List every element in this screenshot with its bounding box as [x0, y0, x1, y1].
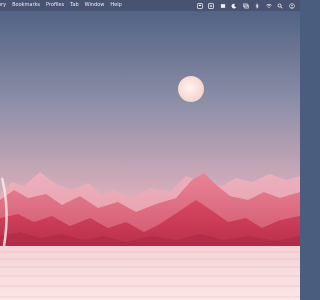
wifi-icon[interactable]	[264, 0, 273, 11]
menu-profiles[interactable]: Profiles	[46, 0, 64, 11]
status-menus	[193, 0, 301, 11]
menu-history[interactable]: ory	[0, 0, 6, 11]
menu-window[interactable]: Window	[85, 0, 105, 11]
user-icon[interactable]	[287, 0, 296, 11]
search-icon[interactable]	[276, 0, 285, 11]
screen-mirroring-icon[interactable]	[241, 0, 250, 11]
menu-tab[interactable]: Tab	[70, 0, 78, 11]
menu-bookmarks[interactable]: Bookmarks	[12, 0, 40, 11]
moon	[178, 76, 204, 102]
app-menus: ory Bookmarks Profiles Tab Window Help	[0, 0, 128, 11]
wallpaper	[0, 0, 300, 300]
bluetooth-icon[interactable]	[253, 0, 262, 11]
dashboard-icon[interactable]	[195, 0, 204, 11]
menu-list-icon[interactable]	[207, 0, 216, 11]
desktop: ory Bookmarks Profiles Tab Window Help	[0, 0, 300, 300]
menu-help[interactable]: Help	[110, 0, 121, 11]
floor	[0, 246, 300, 300]
menu-bar: ory Bookmarks Profiles Tab Window Help	[0, 0, 300, 11]
menu-box-icon[interactable]	[218, 0, 227, 11]
moon-icon[interactable]	[230, 0, 239, 11]
